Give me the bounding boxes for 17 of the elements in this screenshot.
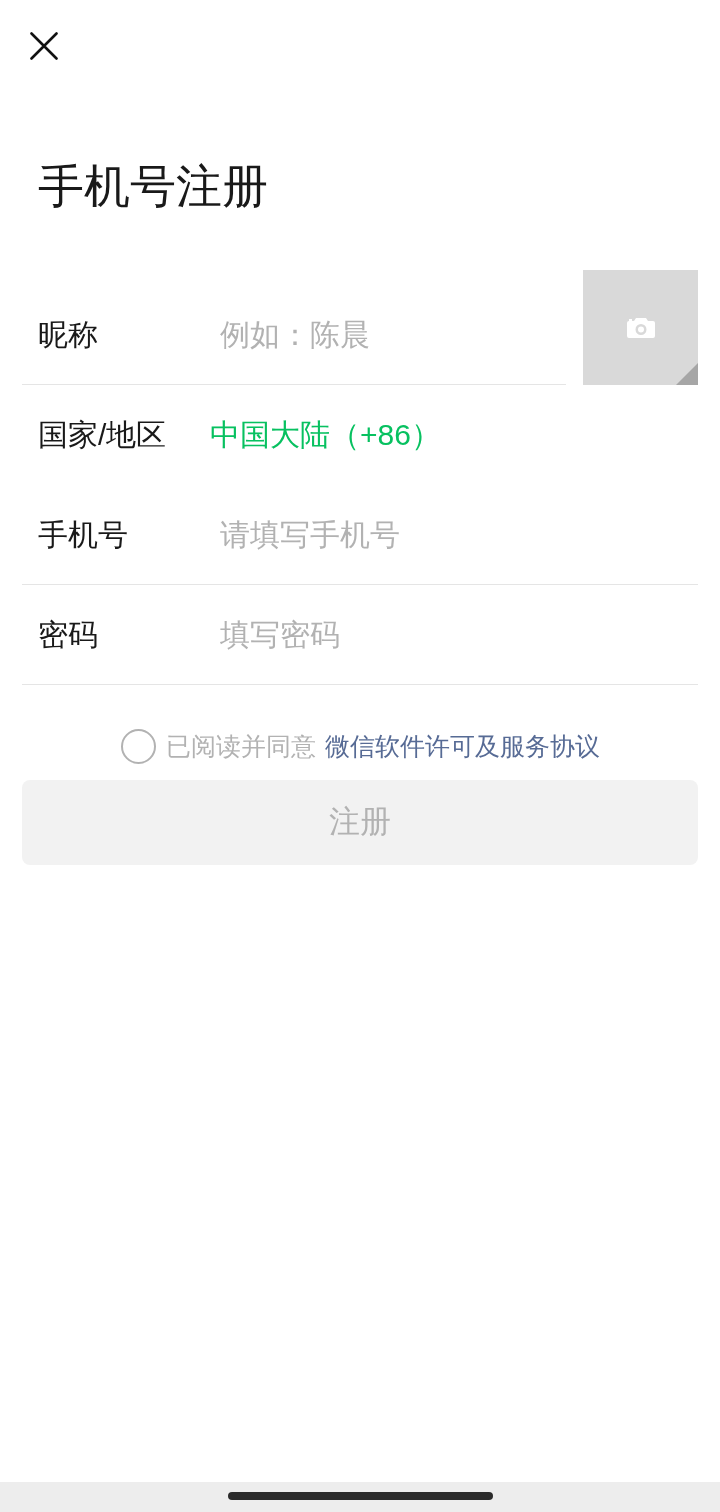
input-field[interactable]: 请填写手机号 [210,512,698,557]
close-button[interactable] [28,30,60,62]
field-label: 国家/地区 [38,417,168,453]
field-label: 手机号 [38,516,129,553]
page-title: 手机号注册 [38,159,268,214]
field-label: 昵称 [38,316,99,353]
agreement-link[interactable]: 微信软件许可及服务协议 [324,729,600,764]
country-selector[interactable]: 中国大陆（+86） [210,413,441,457]
agreement-text: 已阅读并同意 [165,731,316,762]
field-label: 密码 [38,616,99,653]
input-field[interactable]: 例如：陈晨 [210,312,566,357]
avatar-picker[interactable] [583,270,698,385]
close-icon [30,32,58,60]
corner-triangle-icon [676,363,698,385]
agreement-checkbox[interactable] [120,729,156,764]
camera-icon [625,316,656,339]
input-field[interactable]: 填写密码 [210,612,698,657]
